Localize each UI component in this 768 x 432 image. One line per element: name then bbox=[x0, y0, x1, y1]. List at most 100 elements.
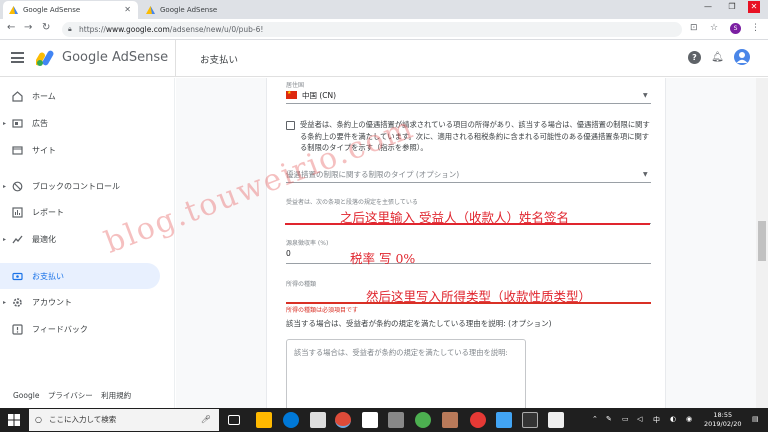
address-bar[interactable]: 🔒︎ https://www.google.com/adsense/new/u/… bbox=[62, 22, 682, 37]
adsense-logo-icon bbox=[36, 50, 54, 66]
help-icon[interactable]: ? bbox=[688, 51, 701, 64]
expand-caret-icon[interactable]: ▸ bbox=[3, 299, 6, 306]
sidebar-item-payments[interactable]: お支払い bbox=[0, 263, 160, 289]
sidebar-item-label: フィードバック bbox=[32, 324, 88, 334]
brand-name: Google AdSense bbox=[62, 50, 169, 65]
reports-icon bbox=[12, 206, 23, 218]
expand-caret-icon[interactable]: ▸ bbox=[3, 236, 6, 243]
taskbar-search-placeholder: ここに入力して検索 bbox=[49, 415, 117, 424]
treaty-checkbox[interactable] bbox=[286, 121, 295, 130]
tray-app-icon[interactable]: ✎ bbox=[606, 415, 612, 423]
network-icon[interactable]: ▭ bbox=[622, 415, 629, 423]
explanation-placeholder: 該当する場合は、受益者が条約の規定を満たしている理由を説明: bbox=[294, 348, 508, 357]
sidebar-item-label: 最適化 bbox=[32, 234, 56, 244]
app-icon-4[interactable] bbox=[415, 412, 431, 428]
file-explorer-icon[interactable] bbox=[256, 412, 272, 428]
browser-toolbar: ← → ↻ 🔒︎ https://www.google.com/adsense/… bbox=[0, 19, 768, 40]
reload-icon[interactable]: ↻ bbox=[42, 22, 50, 33]
search-icon: ○ bbox=[35, 415, 42, 424]
browser-tab-active[interactable]: Google AdSense ✕ bbox=[3, 1, 138, 19]
page-title: お支払い bbox=[200, 55, 239, 66]
clock-date: 2019/02/20 bbox=[704, 420, 742, 428]
footer-google-link[interactable]: Google bbox=[13, 391, 39, 400]
url-host: www.google.com bbox=[105, 25, 170, 34]
explanation-label: 該当する場合は、受益者が条約の規定を満たしている理由を説明: (オプション) bbox=[286, 319, 552, 328]
feedback-icon bbox=[12, 323, 23, 335]
menu-hamburger-icon[interactable] bbox=[11, 52, 24, 63]
payments-icon bbox=[12, 272, 23, 280]
forward-arrow-icon[interactable]: → bbox=[24, 22, 32, 33]
microphone-icon[interactable]: 🎤︎ bbox=[201, 409, 211, 431]
chrome-icon[interactable] bbox=[335, 412, 351, 428]
taskbar-clock[interactable]: 18:55 2019/02/20 bbox=[704, 411, 741, 429]
scrollbar-thumb[interactable] bbox=[758, 221, 766, 261]
windows-start-icon[interactable] bbox=[8, 414, 20, 426]
sidebar-footer: Google プライバシー 利用規約 bbox=[13, 390, 137, 401]
expand-caret-icon[interactable]: ▸ bbox=[3, 120, 6, 127]
app-icon-3[interactable] bbox=[388, 412, 404, 428]
sidebar-item-account[interactable]: ▸ アカウント bbox=[0, 289, 160, 315]
app-icon-6[interactable] bbox=[470, 412, 486, 428]
sidebar-item-label: アカウント bbox=[32, 297, 72, 307]
dropdown-arrow-icon[interactable]: ▼ bbox=[643, 92, 648, 99]
minimize-window-icon[interactable]: — bbox=[702, 1, 714, 13]
dropdown-arrow-icon[interactable]: ▼ bbox=[643, 171, 648, 178]
footer-privacy-link[interactable]: プライバシー bbox=[48, 391, 93, 400]
back-arrow-icon[interactable]: ← bbox=[7, 22, 15, 33]
rate-input[interactable]: 0 bbox=[286, 249, 291, 258]
beneficiary-label: 受益者は、次の条項と段落の規定を主張している bbox=[286, 199, 418, 206]
country-select[interactable]: 中国 (CN) bbox=[302, 90, 336, 101]
rate-label: 源泉徴収率 (%) bbox=[286, 240, 329, 247]
sidebar-item-ads[interactable]: ▸ 広告 bbox=[0, 110, 160, 136]
tray-chevron-icon[interactable]: ⌃ bbox=[592, 415, 598, 423]
sidebar-item-home[interactable]: ホーム bbox=[0, 83, 160, 109]
main-content: 居住国 ★ 中国 (CN) ▼ 受益者は、条約上の優遇措置が請求されている項目の… bbox=[176, 78, 756, 408]
expand-caret-icon[interactable]: ▸ bbox=[3, 183, 6, 190]
sites-icon bbox=[12, 145, 23, 155]
lock-icon: 🔒︎ bbox=[68, 25, 72, 33]
bookmark-star-icon[interactable]: ☆ bbox=[710, 23, 718, 33]
sidebar-item-label: ブロックのコントロール bbox=[32, 181, 120, 191]
rate-underline bbox=[286, 263, 651, 264]
url-scheme: https:// bbox=[79, 25, 106, 34]
task-view-icon[interactable] bbox=[228, 415, 240, 425]
annotation-rate: 税率 写 0% bbox=[350, 251, 416, 266]
ime-mode-icon[interactable]: ◐ bbox=[670, 415, 676, 423]
tab-title: Google AdSense bbox=[160, 6, 218, 14]
sidebar-item-sites[interactable]: サイト bbox=[0, 137, 160, 163]
app-icon-8[interactable] bbox=[522, 412, 538, 428]
app-icon-7[interactable] bbox=[496, 412, 512, 428]
home-icon bbox=[12, 90, 23, 102]
notifications-icon[interactable]: ▤ bbox=[752, 415, 759, 423]
app-icon-9[interactable] bbox=[548, 412, 564, 428]
app-icon-1[interactable] bbox=[310, 412, 326, 428]
explanation-textarea[interactable]: 該当する場合は、受益者が条約の規定を満たしている理由を説明: bbox=[286, 339, 526, 408]
edge-browser-icon[interactable] bbox=[283, 412, 299, 428]
translate-icon[interactable]: ⊡ bbox=[690, 23, 698, 33]
taskbar-search-input[interactable]: ○ ここに入力して検索 🎤︎ bbox=[29, 409, 219, 431]
ime-indicator[interactable]: 中 bbox=[653, 415, 660, 425]
optimize-icon bbox=[12, 235, 23, 243]
url-path: /adsense/new/u/0/pub-6! bbox=[169, 25, 264, 34]
sidebar-item-feedback[interactable]: フィードバック bbox=[0, 316, 160, 342]
sidebar-item-label: ホーム bbox=[32, 91, 56, 101]
restore-window-icon[interactable]: ❐ bbox=[726, 1, 738, 13]
chrome-menu-icon[interactable]: ⋮ bbox=[751, 23, 760, 33]
tab-close-icon[interactable]: ✕ bbox=[124, 5, 131, 14]
app-header: Google AdSense お支払い ? 🔔︎ bbox=[0, 40, 768, 77]
header-divider bbox=[175, 40, 176, 77]
close-window-icon[interactable]: ✕ bbox=[748, 1, 760, 13]
notifications-bell-icon[interactable]: 🔔︎ bbox=[711, 51, 724, 64]
page-scrollbar[interactable] bbox=[756, 78, 768, 408]
volume-icon[interactable]: ◁ bbox=[637, 415, 642, 423]
country-label: 居住国 bbox=[286, 82, 305, 89]
app-icon-2[interactable] bbox=[362, 412, 378, 428]
profile-avatar-icon[interactable]: S bbox=[730, 23, 741, 34]
sidebar-item-label: 広告 bbox=[32, 118, 48, 128]
sidebar-item-blocking-controls[interactable]: ▸ ブロックのコントロール bbox=[0, 173, 160, 199]
user-avatar[interactable] bbox=[734, 49, 750, 65]
footer-terms-link[interactable]: 利用規約 bbox=[101, 391, 131, 400]
app-icon-5[interactable] bbox=[442, 412, 458, 428]
browser-tab-inactive[interactable]: Google AdSense bbox=[140, 1, 275, 19]
tray-app-icon-2[interactable]: ◉ bbox=[686, 415, 692, 423]
